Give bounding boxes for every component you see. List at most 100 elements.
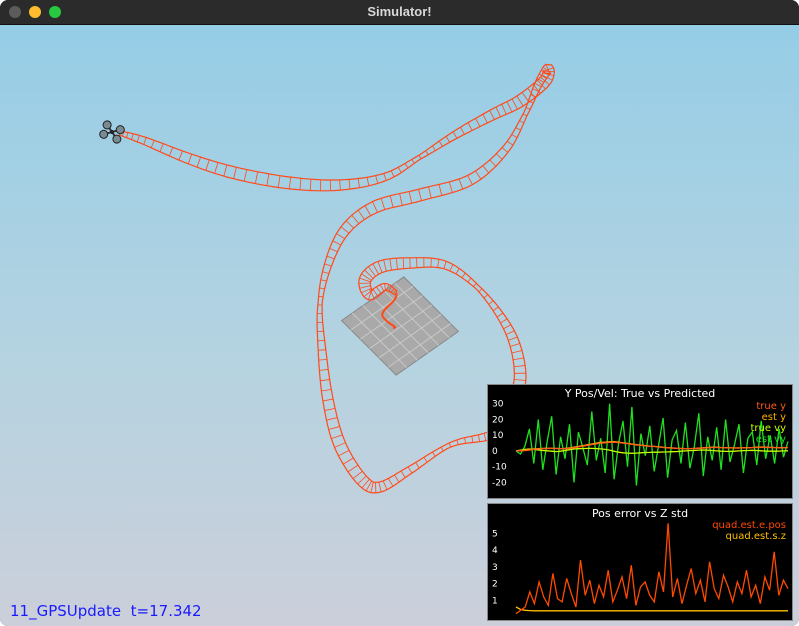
trajectory-hatch-line (388, 478, 394, 487)
trajectory-hatch-line (370, 481, 374, 493)
legend-entry: est y (762, 412, 786, 423)
trajectory-hatch-line (432, 145, 436, 151)
trajectory-hatch-line (456, 439, 459, 445)
plot-pos-error-z-std[interactable]: Pos error vs Z std 5 4 3 2 1 quad.est.e.pos qu… (487, 503, 793, 621)
trajectory-hatch-line (522, 113, 528, 117)
trajectory-hatch-line (501, 147, 509, 153)
trajectory-hatch-line (475, 170, 482, 180)
trajectory-hatch-line (324, 408, 336, 411)
trajectory-hatch-line (467, 122, 473, 131)
trajectory-hatch-line (150, 140, 155, 148)
trajectory-hatch-line (322, 271, 329, 274)
trajectory-hatch-line (473, 283, 477, 287)
trajectory-hatch-line (309, 179, 312, 191)
trajectory-hatch-line (329, 248, 338, 253)
trajectory-hatch-line (482, 165, 490, 174)
trajectory-hatch-line (321, 389, 332, 392)
trajectory-hatch-line (339, 179, 341, 191)
trajectory-hatch-line (347, 464, 359, 473)
trajectory-hatch-line (380, 198, 386, 210)
trajectory-hatch-line (357, 209, 365, 220)
trajectory-hatch-line (357, 475, 367, 485)
trajectory-hatch-line (515, 127, 521, 131)
trajectory-hatch-line (418, 155, 422, 159)
trajectory-hatch-line (375, 175, 379, 184)
trajectory-hatch-line (168, 147, 174, 157)
trajectory-hatch-line (342, 457, 354, 465)
status-line: 11_GPSUpdate t=17.342 (10, 602, 202, 620)
trajectory-hatch-line (196, 156, 201, 168)
trajectory-hatch-line (379, 284, 385, 292)
trajectory-hatch-line (389, 195, 394, 208)
trajectory-hatch-line (336, 233, 345, 240)
trajectory-hatch-line (432, 451, 436, 457)
y-tick-label: 1 (492, 596, 498, 606)
trajectory-hatch-line (495, 153, 503, 160)
trajectory-hatch-line (452, 131, 458, 139)
title-bar: Simulator! (0, 0, 799, 25)
trajectory-hatch-line (455, 268, 460, 275)
trajectory-hatch-line (326, 255, 335, 260)
trajectory-hatch-line (322, 398, 334, 402)
trajectory-hatch-line (503, 324, 512, 330)
trajectory-hatch-line (319, 369, 329, 371)
trajectory-hatch-line (382, 480, 388, 490)
trajectory-hatch-line (299, 178, 302, 190)
y-tick-label: 0 (492, 447, 498, 457)
trajectory-hatch-line (460, 127, 465, 135)
simulation-viewport[interactable]: Y Pos/Vel: True vs Predicted 30 20 10 0 -10 -… (0, 25, 799, 626)
y-tick-label: 4 (492, 546, 498, 556)
legend-entry: true vy (750, 423, 786, 434)
trajectory-hatch-line (352, 470, 363, 479)
trajectory-hatch-line (351, 214, 360, 224)
trajectory-hatch-line (317, 339, 325, 342)
trajectory-hatch-line (408, 191, 413, 204)
trajectory-hatch-line (418, 189, 422, 201)
trajectory-hatch-line (359, 285, 371, 289)
window-title: Simulator! (367, 4, 432, 19)
plot-y-pos-vel-canvas: Y Pos/Vel: True vs Predicted 30 20 10 0 -10 -… (492, 387, 789, 488)
trajectory-hatch-line (506, 101, 513, 113)
trajectory-hatch-line (364, 205, 372, 216)
trajectory-hatch-line (511, 134, 518, 139)
trajectory-hatch-line (482, 114, 488, 124)
trajectory-hatch-line (489, 159, 497, 167)
trajectory-hatch-line (478, 434, 481, 442)
trajectory-hatch-line (513, 365, 526, 368)
trajectory-hatch-line (326, 417, 338, 421)
trajectory-hatch-line (205, 159, 210, 171)
trajectory-hatch-line (377, 261, 383, 273)
plot-y-pos-vel[interactable]: Y Pos/Vel: True vs Predicted 30 20 10 0 -10 -… (487, 384, 793, 499)
trajectory-hatch-line (318, 349, 326, 351)
legend-entry: true y (756, 401, 786, 412)
trajectory-hatch-line (516, 95, 524, 107)
trajectory-hatch-line (254, 171, 259, 184)
trajectory-hatch-line (396, 258, 398, 270)
trajectory-hatch-line (328, 426, 340, 430)
y-tick-label: 20 (492, 415, 504, 425)
trajectory-hatch-line (332, 240, 342, 246)
trajectory-hatch-line (372, 288, 379, 297)
trajectory-hatch-line (483, 294, 489, 299)
trajectory-hatch-line (389, 258, 392, 271)
scenario-name: 11_GPSUpdate (10, 602, 122, 620)
trajectory-hatch-line (415, 462, 420, 469)
trajectory-hatch-line (464, 437, 467, 444)
trajectory-hatch-line (449, 264, 454, 272)
trajectory-hatch-line (461, 272, 466, 278)
trajectory-hatch-line (483, 433, 487, 441)
trajectory-hatch-line (178, 150, 183, 161)
trajectory-hatch-line (331, 434, 343, 439)
trajectory-hatch-line (510, 343, 520, 347)
trajectory-hatch-line (505, 330, 515, 335)
trajectory-hatch-line (384, 283, 386, 291)
trajectory-hatch-line (338, 449, 350, 457)
trajectory-hatch-line (383, 259, 387, 272)
trajectory-hatch-line (399, 193, 403, 206)
trajectory-hatch-line (495, 106, 501, 117)
trajectory-hatch-line (423, 457, 428, 463)
quadrotor-icon[interactable] (99, 120, 126, 144)
series-line-est-vy (515, 403, 789, 486)
trajectory-hatch-line (519, 120, 525, 124)
trajectory-hatch-line (378, 481, 382, 493)
